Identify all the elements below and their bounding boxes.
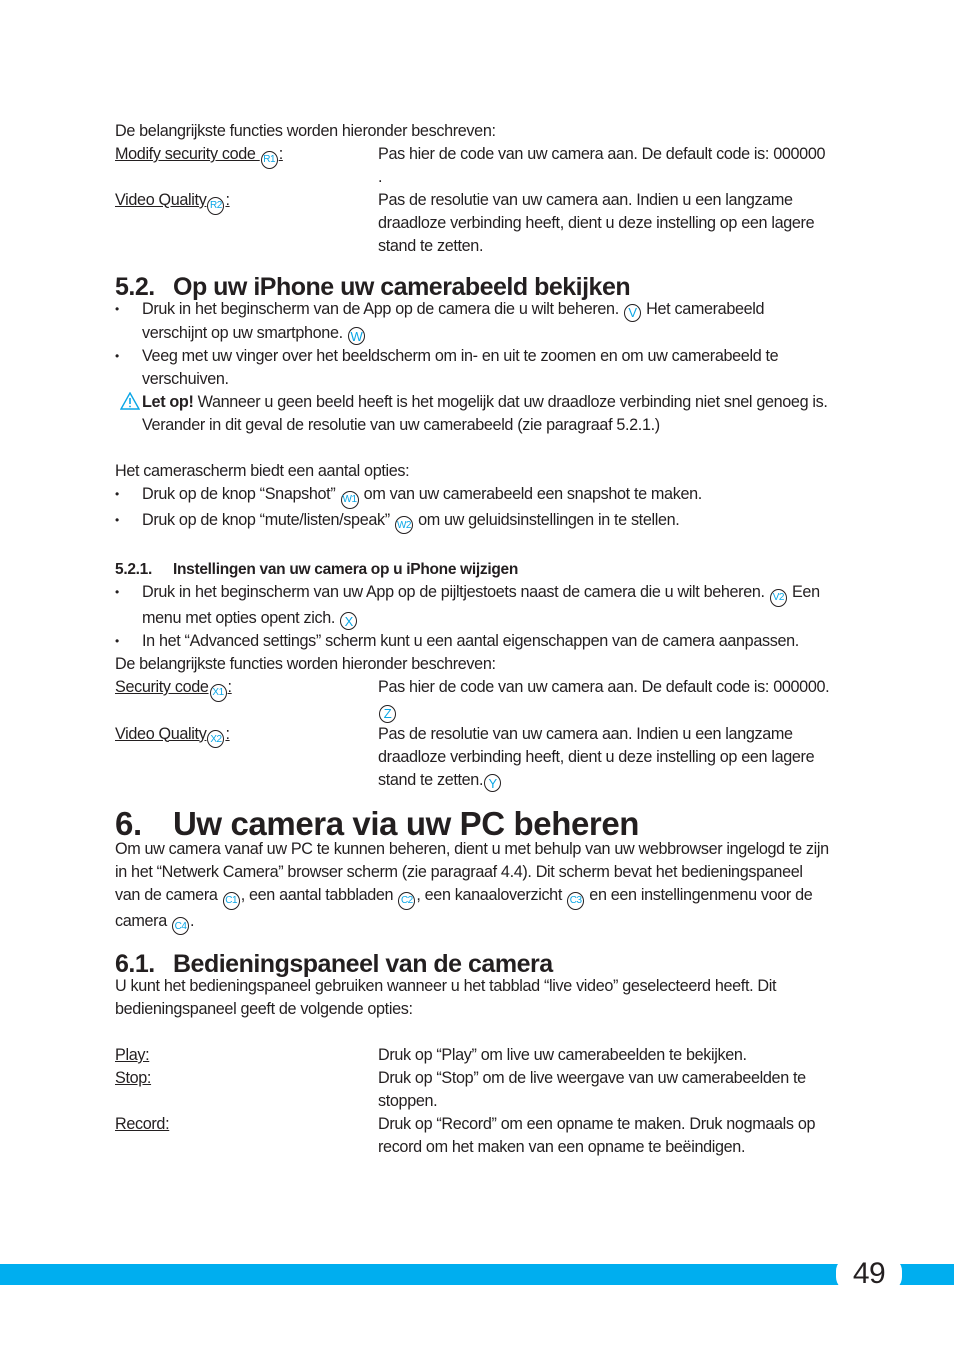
definition-term: Record: — [115, 1115, 170, 1133]
definition-desc: Pas de resolutie van uw camera aan. Indi… — [378, 191, 815, 255]
page-content: De belangrijkste functies worden hierond… — [115, 120, 830, 1159]
list-item: Druk in het beginscherm van de App op de… — [115, 298, 830, 345]
definition-term: Video Quality — [115, 724, 207, 743]
footer-accent-bar — [0, 1264, 954, 1285]
definition-desc: Pas hier de code van uw camera aan. De d… — [378, 145, 826, 186]
functions-intro: De belangrijkste functies worden hierond… — [115, 655, 496, 673]
definition-row: Stop: Druk op “Stop” om de live weergave… — [115, 1067, 830, 1113]
callout-badge: C3 — [567, 891, 585, 910]
bullet-list: Druk in het beginscherm van de App op de… — [115, 298, 830, 391]
definition-term: Stop: — [115, 1069, 152, 1087]
definition-desc: Druk op “Play” om live uw camerabeelden … — [378, 1046, 747, 1064]
definition-desc: Druk op “Record” om een opname te maken.… — [378, 1115, 816, 1156]
callout-badge: V2 — [769, 588, 787, 607]
definition-row: Video Quality R2: Pas de resolutie van uw… — [115, 189, 830, 258]
callout-badge: W — [347, 327, 365, 345]
definition-term: Play: — [115, 1046, 150, 1064]
functions-intro: De belangrijkste functies worden hierond… — [115, 122, 496, 140]
callout-badge: R1 — [260, 150, 278, 169]
definition-term: Modify security code — [115, 145, 260, 163]
list-item: In het “Advanced settings” scherm kunt u… — [115, 630, 830, 653]
callout-badge: V — [624, 303, 642, 322]
definition-row: Record: Druk op “Record” om een opname t… — [115, 1113, 830, 1159]
callout-badge: C4 — [172, 917, 190, 935]
warning-icon — [120, 392, 140, 410]
options-list: Druk op de knop “Snapshot” W1 om van uw … — [115, 483, 830, 534]
definition-row: Play: Druk op “Play” om live uw camerabe… — [115, 1044, 830, 1067]
callout-badge: Z — [379, 704, 396, 723]
list-item: Veeg met uw vinger over het beeldscherm … — [115, 345, 830, 391]
callout-badge: X1 — [209, 683, 227, 702]
callout-badge: Y — [484, 774, 502, 792]
warning-note: Let op! Wanneer u geen beeld heeft is he… — [115, 391, 830, 437]
options-intro: Het camerascherm biedt een aantal opties… — [115, 462, 410, 480]
definition-desc: Pas de resolutie van uw camera aan. Indi… — [378, 724, 815, 789]
callout-badge: C1 — [222, 891, 240, 910]
definition-desc: Pas hier de code van uw camera aan. De d… — [378, 678, 830, 696]
callout-badge: W2 — [394, 516, 413, 534]
callout-badge: C2 — [398, 891, 416, 910]
list-item: Druk op de knop “Snapshot” W1 om van uw … — [115, 483, 830, 509]
callout-badge: W1 — [340, 490, 359, 509]
section-6-paragraph: Om uw camera vanaf uw PC te kunnen beher… — [115, 838, 830, 935]
bullet-list: Druk in het beginscherm van uw App op de… — [115, 581, 830, 653]
section-heading-5-2-1: 5.2.1. Instellingen van uw camera op u iP… — [115, 561, 519, 578]
list-item: Druk op de knop “mute/listen/speak” W2 o… — [115, 509, 830, 534]
page-number: 49 — [852, 1257, 886, 1290]
definition-row: Video Quality X2: Pas de resolutie van uw… — [115, 724, 815, 792]
list-item: Druk in het beginscherm van uw App op de… — [115, 581, 830, 630]
definition-row: Modify security code R1: Pas hier de cod… — [115, 143, 830, 189]
definition-desc: Druk op “Stop” om de live weergave van u… — [378, 1069, 806, 1110]
callout-badge: X — [340, 612, 358, 630]
definition-row: Security code X1: Pas hier de code van uw… — [115, 678, 830, 723]
definition-term: Security code — [115, 678, 209, 696]
callout-badge: X2 — [207, 730, 225, 748]
section-6-1-intro: U kunt het bedieningspaneel gebruiken wa… — [115, 977, 777, 1018]
definition-term: Video Quality — [115, 191, 207, 209]
callout-badge: R2 — [207, 196, 225, 215]
